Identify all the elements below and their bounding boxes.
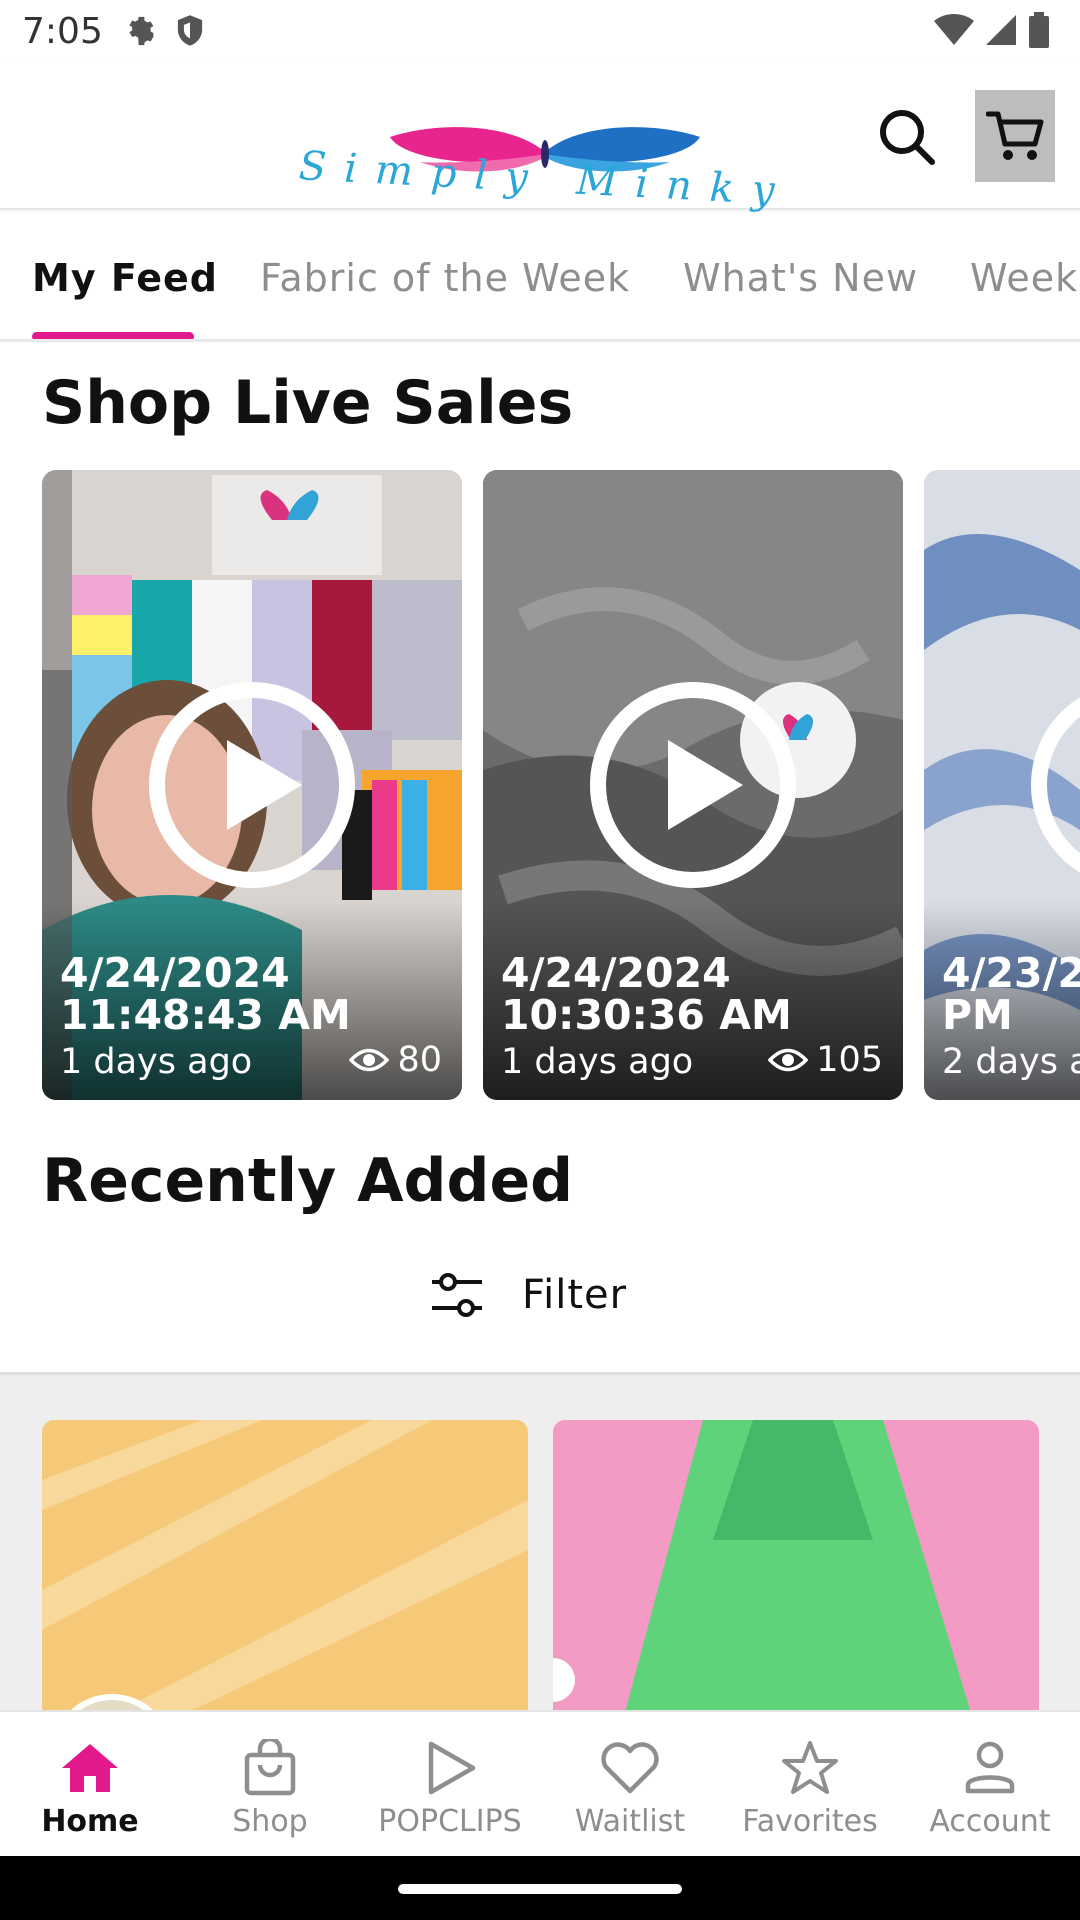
feed-tabs: My Feed Fabric of the Week What's New We… (0, 212, 1080, 342)
nav-waitlist[interactable]: Waitlist (540, 1712, 720, 1858)
home-icon (62, 1744, 118, 1792)
nav-popclips[interactable]: POPCLIPS (360, 1712, 540, 1858)
tab-week[interactable]: Week (970, 256, 1078, 300)
eye-icon (768, 1048, 809, 1072)
play-icon[interactable] (588, 680, 798, 890)
live-sale-views: 105 (768, 1040, 883, 1080)
section-title-live-sales: Shop Live Sales (42, 368, 574, 438)
cart-button[interactable] (975, 90, 1055, 182)
system-gesture-bar (0, 1856, 1080, 1920)
play-icon[interactable] (1029, 680, 1080, 890)
tab-active-indicator (32, 332, 194, 339)
heart-icon (601, 1742, 659, 1794)
shield-icon (177, 15, 202, 46)
live-sale-age: 2 days a (942, 1042, 1080, 1082)
star-icon (782, 1741, 838, 1794)
live-sale-age: 1 days ago (501, 1042, 694, 1082)
battery-icon (1029, 12, 1049, 48)
live-sale-datetime: 4/23/20 PM (942, 949, 1080, 1039)
tab-whats-new[interactable]: What's New (683, 256, 918, 300)
tab-fabric-of-the-week[interactable]: Fabric of the Week (260, 256, 630, 300)
play-icon[interactable] (147, 680, 357, 890)
product-thumbnail (553, 1420, 1039, 1720)
status-time: 7:05 (22, 10, 103, 52)
product-card[interactable] (553, 1420, 1039, 1720)
live-sale-card[interactable]: 4/24/2024 11:48:43 AM 1 days ago 80 (42, 470, 462, 1100)
simply-minky-logo[interactable]: Simply Minky (295, 92, 795, 212)
live-sale-card[interactable]: 4/23/20 PM 2 days a (924, 470, 1080, 1100)
nav-favorites[interactable]: Favorites (720, 1712, 900, 1858)
filter-button[interactable]: Filter (430, 1260, 627, 1330)
live-sale-age: 1 days ago (60, 1042, 253, 1082)
eye-icon (349, 1048, 390, 1072)
bottom-navigation: Home Shop POPCLIPS Waitlist Favorites Ac… (0, 1710, 1080, 1856)
signal-icon (986, 15, 1016, 45)
section-title-recently-added: Recently Added (42, 1146, 574, 1216)
search-button[interactable] (872, 102, 942, 172)
person-icon (965, 1741, 1015, 1794)
settings-icon (129, 16, 154, 46)
tab-my-feed[interactable]: My Feed (32, 256, 218, 300)
nav-home[interactable]: Home (0, 1712, 180, 1858)
status-bar: 7:05 (0, 0, 1080, 62)
cart-icon (986, 111, 1044, 160)
filter-label: Filter (522, 1272, 628, 1318)
filter-sliders-icon (432, 1273, 482, 1317)
product-card[interactable] (42, 1420, 528, 1720)
product-thumbnail (42, 1420, 528, 1720)
play-icon (428, 1741, 476, 1795)
app-header: Simply Minky (0, 62, 1080, 212)
live-sale-datetime: 4/24/2024 11:48:43 AM (60, 949, 351, 1039)
wifi-icon (934, 13, 974, 46)
nav-shop[interactable]: Shop (180, 1712, 360, 1858)
nav-account[interactable]: Account (900, 1712, 1080, 1858)
shopping-bag-icon (244, 1739, 296, 1796)
live-sale-views: 80 (349, 1040, 442, 1080)
search-icon (880, 110, 935, 165)
live-sale-datetime: 4/24/2024 10:30:36 AM (501, 949, 792, 1039)
live-sale-card[interactable]: 4/24/2024 10:30:36 AM 1 days ago 105 (483, 470, 903, 1100)
home-gesture-handle[interactable] (398, 1884, 682, 1894)
